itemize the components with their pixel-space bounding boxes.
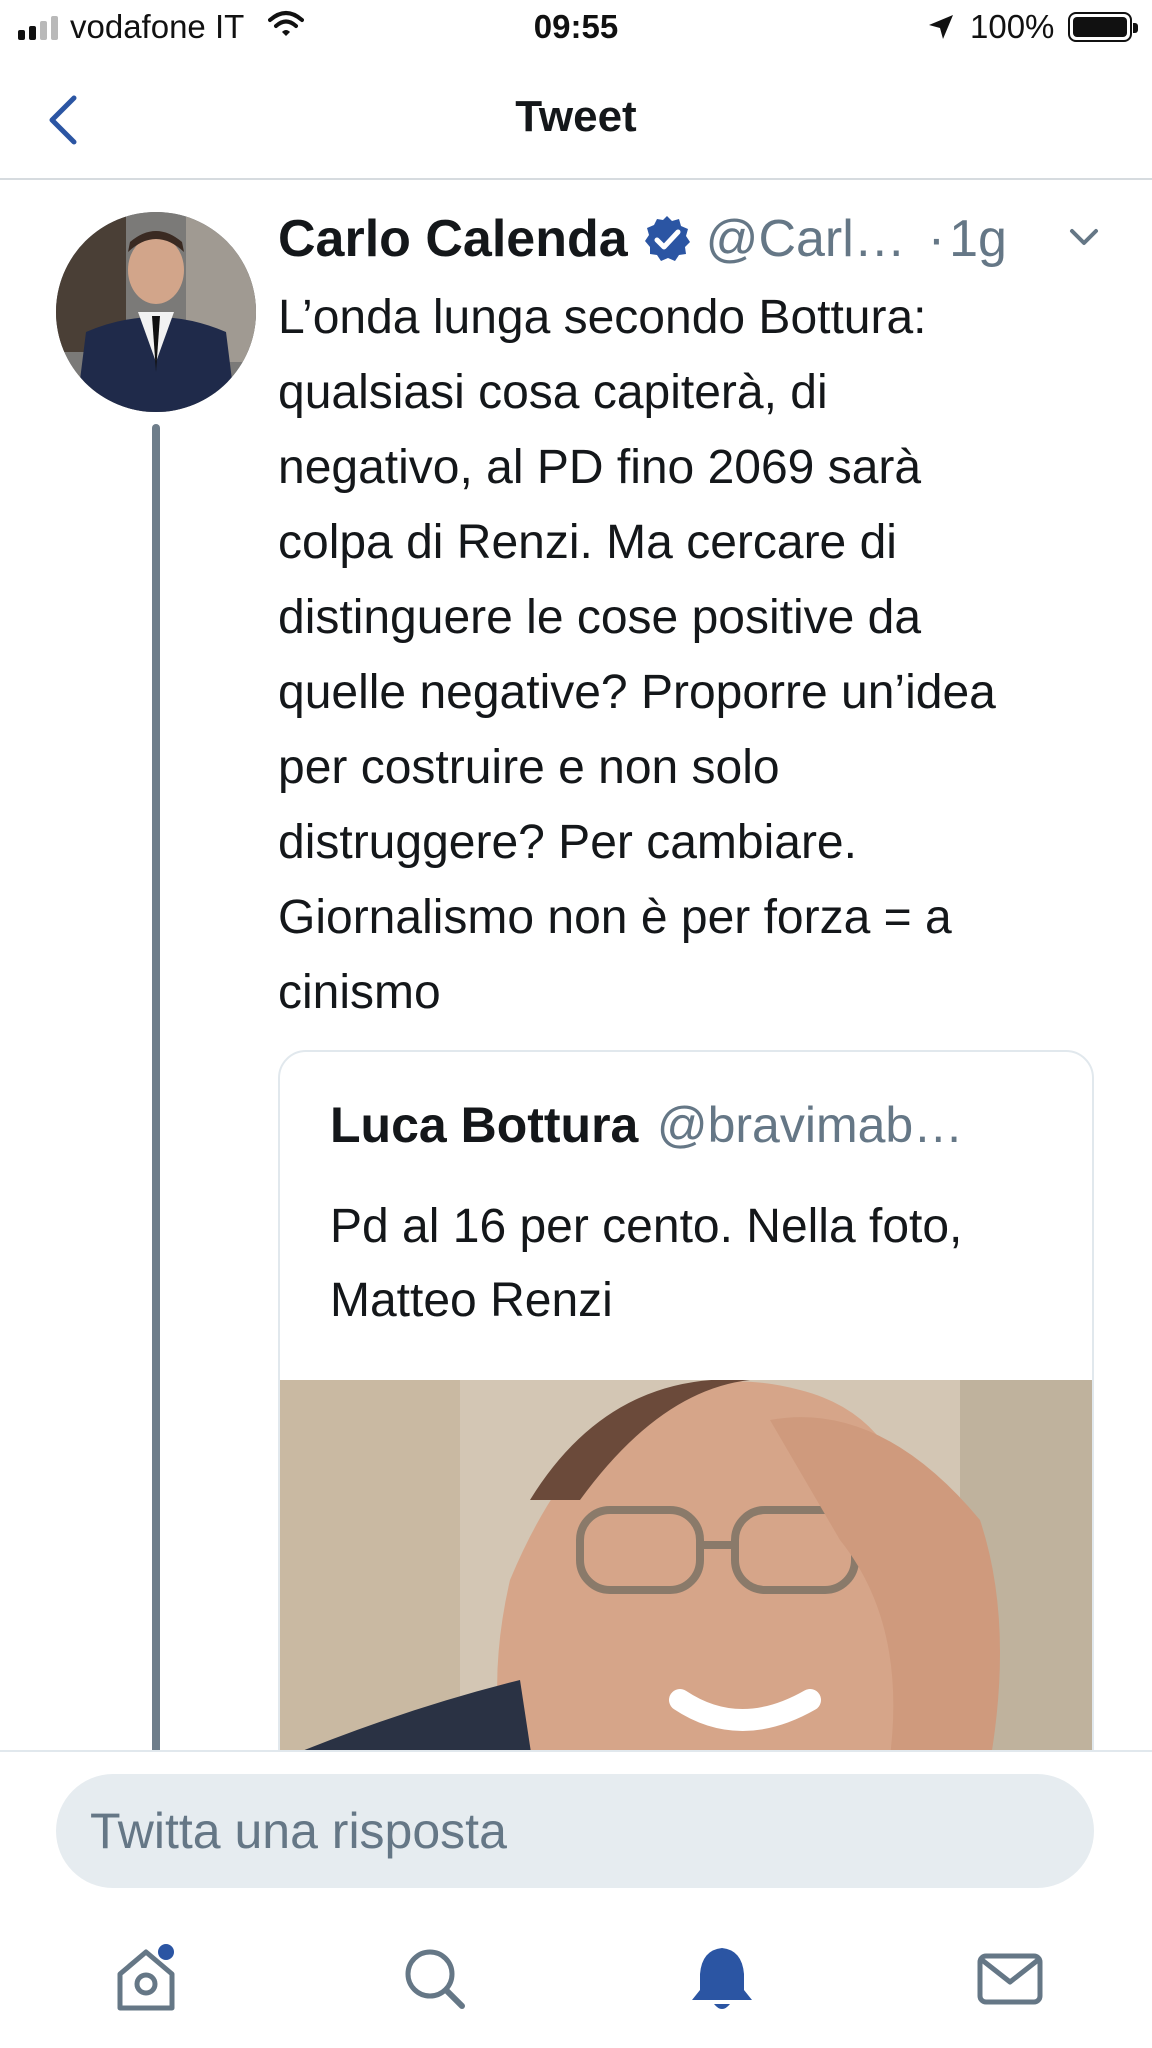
tweet-header: Carlo Calenda @Carl… · 1g — [278, 204, 1118, 274]
verified-badge-icon — [644, 216, 690, 261]
quoted-tweet-text: Pd al 16 per cento. Nella foto, Matteo R… — [330, 1200, 963, 1327]
quoted-author-name: Luca Bottura — [330, 1097, 639, 1153]
reply-composer — [0, 1750, 1152, 1888]
quoted-tweet-card[interactable]: Luca Bottura @bravimab… Pd al 16 per cen… — [278, 1050, 1094, 1810]
notifications-bell-icon[interactable] — [682, 1938, 762, 2018]
home-icon[interactable] — [106, 1938, 186, 2018]
timestamp: 1g — [949, 210, 1007, 268]
search-icon[interactable] — [394, 1938, 474, 2018]
quoted-author-handle: @bravimab… — [656, 1097, 964, 1153]
avatar-photo — [56, 212, 256, 412]
reply-input[interactable] — [56, 1774, 1094, 1888]
author-name[interactable]: Carlo Calenda — [278, 209, 628, 269]
location-arrow-icon — [929, 15, 953, 39]
home-notification-dot — [158, 1944, 174, 1960]
quoted-tweet-header: Luca Bottura @bravimab… — [330, 1096, 963, 1154]
avatar[interactable] — [56, 212, 256, 412]
status-bar: vodafone IT 09:55 100% — [0, 0, 1152, 58]
photo-image — [280, 1380, 1092, 1808]
chevron-down-icon[interactable] — [1066, 222, 1102, 252]
author-handle[interactable]: @Carl… — [706, 209, 906, 269]
separator-dot: · — [927, 210, 946, 268]
battery-percent: 100% — [970, 8, 1055, 45]
quoted-tweet-photo[interactable] — [280, 1380, 1092, 1808]
tweet-text: L’onda lunga secondo Bottura: qualsiasi … — [278, 291, 996, 1019]
page-title: Tweet — [515, 92, 637, 141]
thread-connector-line — [152, 424, 160, 1754]
battery-icon — [1068, 12, 1138, 42]
tab-bar — [0, 1900, 1152, 2048]
messages-envelope-icon[interactable] — [970, 1938, 1050, 2018]
navigation-bar: Tweet — [0, 58, 1152, 180]
